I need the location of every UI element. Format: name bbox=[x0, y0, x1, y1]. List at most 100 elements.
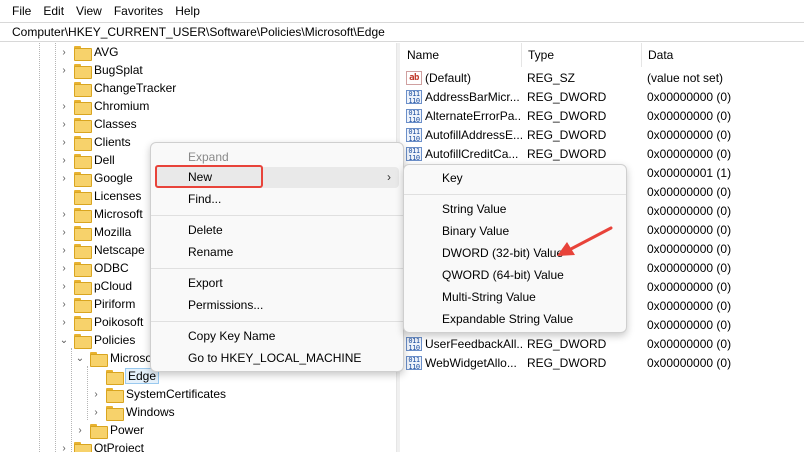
value-data: 0x00000000 (0) bbox=[647, 89, 732, 104]
menu-item-permissions[interactable]: Permissions... bbox=[155, 295, 399, 316]
list-row[interactable]: ab (Default) REG_SZ (value not set) bbox=[401, 68, 804, 87]
tree-item[interactable]: Edge bbox=[90, 367, 160, 385]
menu-item-goto-hklm[interactable]: Go to HKEY_LOCAL_MACHINE bbox=[155, 348, 399, 369]
chevron-right-icon[interactable]: › bbox=[90, 407, 102, 418]
value-type: REG_DWORD bbox=[527, 336, 607, 351]
tree-item-label: Dell bbox=[94, 153, 115, 167]
submenu-item-key[interactable]: Key bbox=[408, 168, 622, 189]
tree-item[interactable]: › Classes bbox=[58, 115, 137, 133]
binary-value-icon: 011110 bbox=[406, 336, 422, 351]
chevron-down-icon[interactable]: ⌄ bbox=[74, 353, 86, 364]
tree-item[interactable]: › Mozilla bbox=[58, 223, 131, 241]
menu-item-find[interactable]: Find... bbox=[155, 189, 399, 210]
tree-item[interactable]: › Piriform bbox=[58, 295, 135, 313]
menu-separator bbox=[151, 215, 403, 216]
binary-value-icon: 011110 bbox=[406, 355, 422, 370]
list-row[interactable]: 011 110 WebWidgetAllo... REG_DWORD 0x0000000… bbox=[401, 353, 804, 372]
menu-item-export[interactable]: Export bbox=[155, 273, 399, 294]
folder-icon bbox=[106, 405, 124, 421]
menu-item-rename[interactable]: Rename bbox=[155, 242, 399, 263]
tree-item[interactable]: › Dell bbox=[58, 151, 115, 169]
address-bar[interactable]: Computer\HKEY_CURRENT_USER\Software\Poli… bbox=[0, 22, 804, 42]
tree-item[interactable]: ⌄ Microsoft bbox=[74, 349, 159, 367]
chevron-down-icon[interactable]: ⌄ bbox=[58, 335, 70, 346]
tree-item[interactable]: › Chromium bbox=[58, 97, 149, 115]
list-row[interactable]: 011 110 UserFeedbackAll... REG_DWORD 0x00000… bbox=[401, 334, 804, 353]
list-row[interactable]: 011 110 AlternateErrorPa... REG_DWORD 0x0000… bbox=[401, 106, 804, 125]
chevron-right-icon[interactable]: › bbox=[58, 299, 70, 310]
tree-item[interactable]: › Power bbox=[74, 421, 144, 439]
folder-icon bbox=[74, 171, 92, 187]
chevron-right-icon[interactable]: › bbox=[58, 317, 70, 328]
value-data: 0x00000000 (0) bbox=[647, 279, 732, 294]
list-row[interactable]: 011 110 AutofillAddressE... REG_DWORD 0x0000… bbox=[401, 125, 804, 144]
chevron-right-icon[interactable]: › bbox=[58, 443, 70, 452]
menu-separator bbox=[151, 321, 403, 322]
submenu-item-string-value[interactable]: String Value bbox=[408, 199, 622, 220]
tree-item[interactable]: › AVG bbox=[58, 43, 118, 61]
menu-view[interactable]: View bbox=[70, 0, 108, 22]
tree-item[interactable]: Licenses bbox=[58, 187, 141, 205]
submenu-item-expandable-string-value[interactable]: Expandable String Value bbox=[408, 309, 622, 330]
tree-item[interactable]: › Clients bbox=[58, 133, 131, 151]
chevron-right-icon[interactable]: › bbox=[58, 245, 70, 256]
tree-item[interactable]: › QtProject bbox=[58, 439, 144, 452]
chevron-right-icon[interactable]: › bbox=[58, 155, 70, 166]
value-data: 0x00000001 (1) bbox=[647, 165, 732, 180]
tree-item-label: Policies bbox=[94, 333, 136, 347]
menu-favorites[interactable]: Favorites bbox=[108, 0, 169, 22]
chevron-right-icon[interactable]: › bbox=[58, 227, 70, 238]
chevron-right-icon[interactable]: › bbox=[90, 389, 102, 400]
tree-item-label: QtProject bbox=[94, 441, 145, 452]
tree-item[interactable]: › pCloud bbox=[58, 277, 132, 295]
folder-icon bbox=[74, 261, 92, 277]
menu-item-copy-key-name[interactable]: Copy Key Name bbox=[155, 326, 399, 347]
menu-item-delete[interactable]: Delete bbox=[155, 220, 399, 241]
annotation-highlight-box bbox=[155, 165, 263, 188]
folder-icon bbox=[74, 117, 92, 133]
value-name: WebWidgetAllo... bbox=[425, 355, 517, 370]
tree-item[interactable]: ChangeTracker bbox=[58, 79, 176, 97]
list-cell-name: 011 110 WebWidgetAllo... bbox=[401, 355, 522, 370]
tree-item[interactable]: ⌄ Policies bbox=[58, 331, 135, 349]
tree-item[interactable]: › Poikosoft bbox=[58, 313, 143, 331]
list-cell-name: 011 110 AlternateErrorPa... bbox=[401, 108, 522, 123]
tree-item-label: Classes bbox=[94, 117, 137, 131]
tree-item-label: Netscape bbox=[94, 243, 145, 257]
chevron-right-icon[interactable]: › bbox=[58, 65, 70, 76]
tree-item-label: ODBC bbox=[94, 261, 129, 275]
tree-item[interactable]: › Netscape bbox=[58, 241, 145, 259]
chevron-right-icon[interactable]: › bbox=[58, 47, 70, 58]
tree-item[interactable]: › Microsoft bbox=[58, 205, 143, 223]
chevron-right-icon[interactable]: › bbox=[58, 173, 70, 184]
value-data: 0x00000000 (0) bbox=[647, 146, 732, 161]
menu-help[interactable]: Help bbox=[169, 0, 206, 22]
column-header-name[interactable]: Name bbox=[401, 43, 522, 67]
tree-item[interactable]: › ODBC bbox=[58, 259, 129, 277]
column-header-type[interactable]: Type bbox=[522, 43, 642, 67]
tree-item[interactable]: › BugSplat bbox=[58, 61, 143, 79]
chevron-right-icon[interactable]: › bbox=[58, 101, 70, 112]
list-row[interactable]: 011 110 AddressBarMicr... REG_DWORD 0x000000… bbox=[401, 87, 804, 106]
chevron-right-icon[interactable]: › bbox=[74, 425, 86, 436]
tree-guide-line bbox=[55, 43, 56, 452]
tree-item[interactable]: › Google bbox=[58, 169, 133, 187]
submenu-item-multi-string-value[interactable]: Multi-String Value bbox=[408, 287, 622, 308]
folder-icon bbox=[90, 423, 108, 439]
chevron-right-icon[interactable]: › bbox=[58, 281, 70, 292]
menu-file[interactable]: File bbox=[0, 0, 37, 22]
list-row[interactable]: 011 110 AutofillCreditCa... REG_DWORD 0x0000… bbox=[401, 144, 804, 163]
folder-icon bbox=[74, 99, 92, 115]
tree-item-label: Poikosoft bbox=[94, 315, 144, 329]
menu-edit[interactable]: Edit bbox=[37, 0, 70, 22]
chevron-right-icon[interactable]: › bbox=[58, 119, 70, 130]
tree-item-label: SystemCertificates bbox=[126, 387, 227, 401]
chevron-right-icon[interactable]: › bbox=[58, 209, 70, 220]
column-header-data[interactable]: Data bbox=[642, 43, 804, 67]
value-name: AutofillAddressE... bbox=[425, 127, 522, 142]
submenu-item-qword-value[interactable]: QWORD (64-bit) Value bbox=[408, 265, 622, 286]
tree-item[interactable]: › Windows bbox=[90, 403, 175, 421]
chevron-right-icon[interactable]: › bbox=[58, 137, 70, 148]
chevron-right-icon[interactable]: › bbox=[58, 263, 70, 274]
tree-item[interactable]: › SystemCertificates bbox=[90, 385, 226, 403]
